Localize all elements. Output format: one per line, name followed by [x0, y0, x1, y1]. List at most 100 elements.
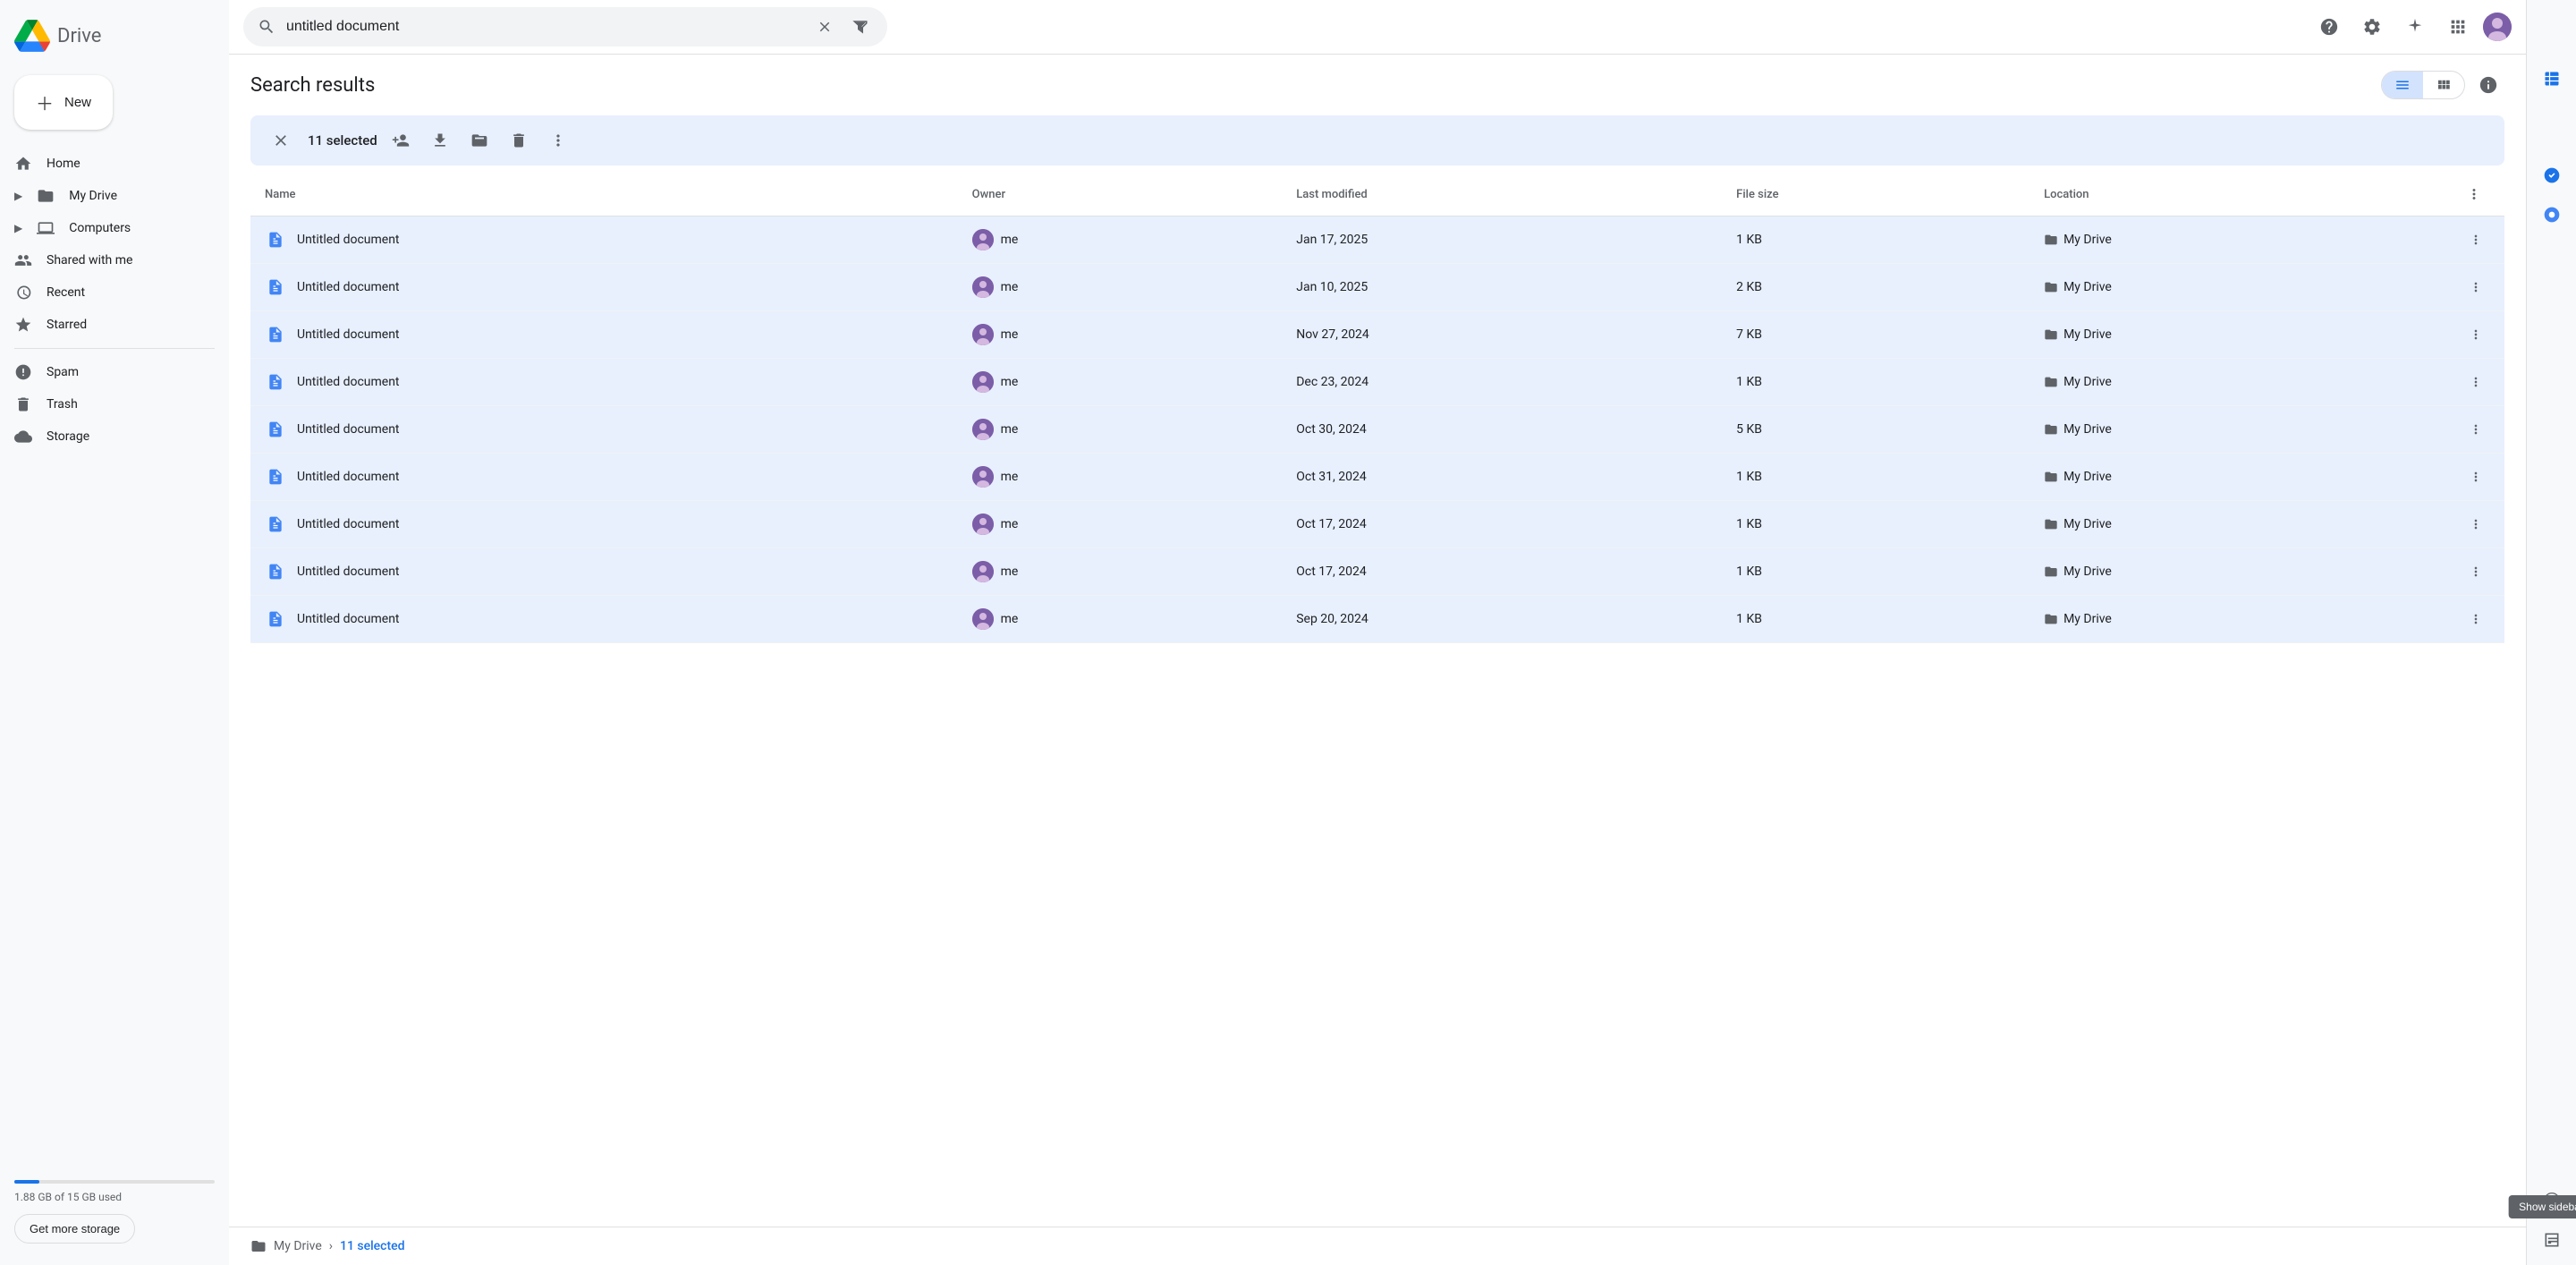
row-more-button[interactable]: [2462, 557, 2490, 586]
apps-button[interactable]: [2440, 9, 2476, 45]
table-row[interactable]: Untitled document me Jan 10, 2025 2 KB M…: [250, 264, 2504, 311]
table-row[interactable]: Untitled document me Oct 17, 2024 1 KB M…: [250, 501, 2504, 548]
storage-text: 1.88 GB of 15 GB used: [14, 1191, 215, 1203]
move-button[interactable]: [463, 124, 496, 157]
sidebar-item-storage[interactable]: Storage: [0, 420, 215, 453]
file-location: My Drive: [2029, 501, 2447, 548]
file-table: Name Owner Last modified File size Locat…: [250, 173, 2504, 643]
row-more-button[interactable]: [2462, 605, 2490, 633]
owner-name: me: [1001, 422, 1019, 437]
table-row[interactable]: Untitled document me Oct 31, 2024 1 KB M…: [250, 454, 2504, 501]
get-storage-button[interactable]: Get more storage: [14, 1214, 135, 1244]
table-row[interactable]: Untitled document me Jan 17, 2025 1 KB M…: [250, 216, 2504, 264]
user-avatar[interactable]: [2483, 13, 2512, 41]
sidebar-item-label: Recent: [47, 285, 85, 300]
file-modified: Oct 31, 2024: [1282, 454, 1722, 501]
more-actions-button[interactable]: [542, 124, 574, 157]
download-button[interactable]: [424, 124, 456, 157]
sidebar-item-starred[interactable]: Starred: [0, 309, 215, 341]
nav-section: Home ▶ My Drive ▶ Computers Shared with …: [0, 148, 229, 453]
sidebar-item-label: Spam: [47, 365, 79, 379]
owner-name: me: [1001, 517, 1019, 531]
sidebar-item-my-drive[interactable]: ▶ My Drive: [0, 180, 215, 212]
sidebar-item-spam[interactable]: Spam: [0, 356, 215, 388]
row-more-button[interactable]: [2462, 368, 2490, 396]
help-button[interactable]: [2311, 9, 2347, 45]
search-filter-button[interactable]: [848, 14, 873, 39]
file-size: 5 KB: [1722, 406, 2029, 454]
location-name: My Drive: [2063, 280, 2112, 294]
delete-button[interactable]: [503, 124, 535, 157]
table-row[interactable]: Untitled document me Oct 30, 2024 5 KB M…: [250, 406, 2504, 454]
settings-button[interactable]: [2354, 9, 2390, 45]
sidebar-item-label: Home: [47, 157, 80, 171]
sidebar-item-label: Shared with me: [47, 253, 132, 267]
nav-divider: [14, 348, 215, 349]
table-row[interactable]: Untitled document me Dec 23, 2024 1 KB M…: [250, 359, 2504, 406]
file-name: Untitled document: [297, 422, 400, 437]
file-name-cell: Untitled document: [250, 216, 958, 264]
row-more-button[interactable]: [2462, 415, 2490, 444]
list-view-button[interactable]: [2382, 72, 2423, 98]
file-modified: Dec 23, 2024: [1282, 359, 1722, 406]
file-size: 1 KB: [1722, 501, 2029, 548]
owner-avatar: [972, 466, 994, 488]
file-modified: Oct 17, 2024: [1282, 501, 1722, 548]
gemini-button[interactable]: [2397, 9, 2433, 45]
owner-avatar: [972, 514, 994, 535]
owner-name: me: [1001, 470, 1019, 484]
table-header-row: Name Owner Last modified File size Locat…: [250, 173, 2504, 216]
chat-panel-button[interactable]: [2534, 197, 2570, 233]
file-name-cell: Untitled document: [250, 406, 958, 454]
owner-avatar: [972, 608, 994, 630]
sidebar-item-shared[interactable]: Shared with me: [0, 244, 215, 276]
table-row[interactable]: Untitled document me Nov 27, 2024 7 KB M…: [250, 311, 2504, 359]
show-sidebar-button[interactable]: Show sidebar: [2534, 1222, 2570, 1258]
sidebar-item-trash[interactable]: Trash: [0, 388, 215, 420]
owner-avatar: [972, 229, 994, 250]
row-more-cell: [2447, 359, 2504, 406]
grid-view-button[interactable]: [2423, 72, 2464, 98]
owner-name: me: [1001, 565, 1019, 579]
sidebar-item-label: Starred: [47, 318, 87, 332]
table-row[interactable]: Untitled document me Sep 20, 2024 1 KB M…: [250, 596, 2504, 643]
row-more-button[interactable]: [2462, 463, 2490, 491]
share-button[interactable]: [385, 124, 417, 157]
owner-avatar: [972, 419, 994, 440]
new-button[interactable]: ＋ New: [14, 75, 113, 130]
computers-icon: [37, 219, 55, 237]
search-input[interactable]: [286, 19, 801, 35]
file-owner-cell: me: [958, 216, 1283, 264]
file-name: Untitled document: [297, 517, 400, 531]
bottom-location: My Drive: [274, 1239, 322, 1253]
sidebar-item-recent[interactable]: Recent: [0, 276, 215, 309]
row-more-button[interactable]: [2462, 510, 2490, 539]
sidebar-item-home[interactable]: Home: [0, 148, 215, 180]
column-modified: Last modified: [1282, 173, 1722, 216]
file-owner-cell: me: [958, 406, 1283, 454]
file-size: 1 KB: [1722, 596, 2029, 643]
file-size: 1 KB: [1722, 548, 2029, 596]
file-location: My Drive: [2029, 264, 2447, 311]
row-more-button[interactable]: [2462, 320, 2490, 349]
owner-avatar: [972, 561, 994, 582]
row-more-button[interactable]: [2462, 225, 2490, 254]
search-clear-button[interactable]: [812, 14, 837, 39]
content-area: Search results 11 select: [229, 55, 2526, 1227]
info-button[interactable]: [2472, 69, 2504, 101]
doc-icon: [265, 514, 286, 535]
content-header: Search results: [250, 69, 2504, 101]
add-panel-button[interactable]: [2534, 1183, 2570, 1218]
tasks-panel-button[interactable]: [2534, 157, 2570, 193]
row-more-cell: [2447, 454, 2504, 501]
row-more-button[interactable]: [2462, 273, 2490, 301]
expand-icon: ▶: [14, 190, 22, 202]
sidebar-item-computers[interactable]: ▶ Computers: [0, 212, 215, 244]
clear-selection-button[interactable]: [265, 124, 297, 157]
sheets-panel-button[interactable]: [2534, 61, 2570, 97]
row-more-cell: [2447, 596, 2504, 643]
row-more-cell: [2447, 501, 2504, 548]
table-row[interactable]: Untitled document me Oct 17, 2024 1 KB M…: [250, 548, 2504, 596]
file-location: My Drive: [2029, 454, 2447, 501]
column-more-button[interactable]: [2462, 182, 2487, 207]
